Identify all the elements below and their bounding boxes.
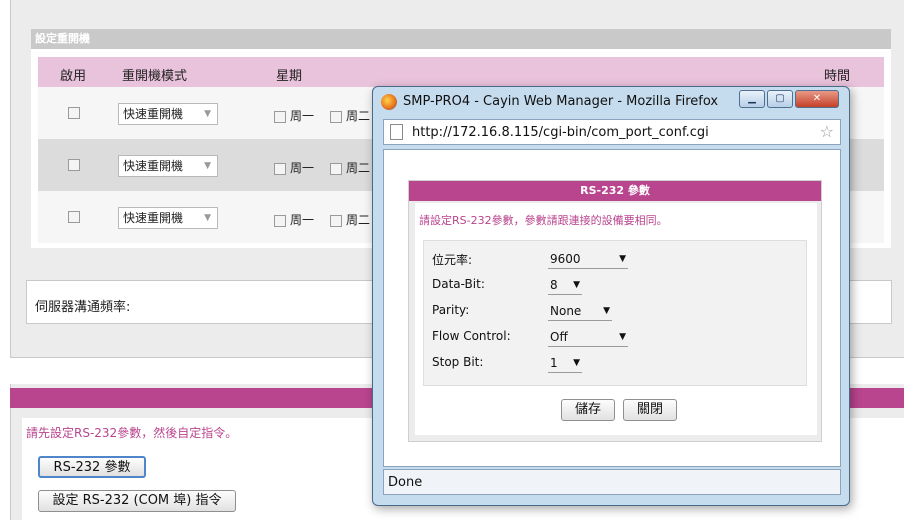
chevron-down-icon: ▼ [619, 254, 626, 264]
flow-control-select[interactable]: Off ▼ [548, 327, 628, 347]
enable-checkbox[interactable] [68, 211, 80, 223]
rs232-params-button[interactable]: RS-232 參數 [38, 456, 146, 478]
window-title: SMP-PRO4 - Cayin Web Manager - Mozilla F… [403, 94, 719, 109]
monday-checkbox[interactable] [274, 162, 286, 175]
column-weekday: 星期 [276, 69, 303, 84]
reboot-mode-select[interactable]: 快速重開機 ▼ [118, 103, 218, 125]
save-button[interactable]: 儲存 [561, 399, 615, 421]
reboot-mode-select[interactable]: 快速重開機 ▼ [118, 207, 218, 229]
dialog-body: 請設定RS-232參數，參數請跟連接的設備要相同。 位元率: 9600 ▼ Dat… [415, 203, 817, 435]
baud-rate-select[interactable]: 9600 ▼ [548, 249, 628, 269]
monday-checkbox[interactable] [274, 110, 286, 123]
chevron-down-icon: ▼ [204, 213, 211, 223]
stop-bit-select[interactable]: 1 ▼ [548, 353, 582, 373]
status-bar: Done [383, 469, 841, 495]
chevron-down-icon: ▼ [204, 109, 211, 119]
server-frequency-label: 伺服器溝通頻率: [35, 300, 131, 315]
address-bar[interactable]: http://172.16.8.115/cgi-bin/com_port_con… [383, 119, 841, 145]
firefox-icon [381, 94, 397, 110]
column-reboot-mode: 重開機模式 [122, 69, 188, 84]
enable-checkbox[interactable] [68, 159, 80, 171]
dialog-description: 請設定RS-232參數，參數請跟連接的設備要相同。 [419, 214, 668, 227]
column-time: 時間 [824, 69, 851, 84]
page-icon [390, 124, 403, 140]
reboot-mode-select[interactable]: 快速重開機 ▼ [118, 155, 218, 177]
parity-select[interactable]: None ▼ [548, 301, 612, 321]
chevron-down-icon: ▼ [603, 306, 610, 316]
flow-control-label: Flow Control: [432, 329, 511, 343]
minimize-button[interactable]: ▁ [739, 90, 765, 108]
page-content: RS-232 參數 請設定RS-232參數，參數請跟連接的設備要相同。 位元率:… [383, 149, 841, 467]
reboot-section-title: 設定重開機 [31, 29, 891, 49]
baud-rate-label: 位元率: [432, 253, 473, 267]
weekday-tuesday[interactable]: 周二 [330, 107, 370, 124]
data-bit-select[interactable]: 8 ▼ [548, 275, 582, 295]
url-text[interactable]: http://172.16.8.115/cgi-bin/com_port_con… [412, 125, 709, 140]
rs232-form: 位元率: 9600 ▼ Data-Bit: 8 ▼ Parity: None ▼ Fl… [423, 240, 807, 386]
enable-checkbox[interactable] [68, 107, 80, 119]
weekday-monday[interactable]: 周一 [274, 211, 314, 228]
column-enable: 啟用 [60, 69, 87, 84]
monday-checkbox[interactable] [274, 214, 286, 227]
rs232-instruction: 請先設定RS-232參數，然後自定指令。 [26, 426, 238, 440]
chevron-down-icon: ▼ [573, 280, 580, 290]
rs232-command-button[interactable]: 設定 RS-232 (COM 埠) 指令 [38, 490, 236, 512]
data-bit-label: Data-Bit: [432, 277, 485, 291]
maximize-button[interactable]: ▢ [767, 90, 793, 108]
stop-bit-label: Stop Bit: [432, 355, 484, 369]
window-titlebar[interactable]: SMP-PRO4 - Cayin Web Manager - Mozilla F… [373, 87, 849, 117]
chevron-down-icon: ▼ [573, 358, 580, 368]
tuesday-checkbox[interactable] [330, 110, 342, 123]
weekday-tuesday[interactable]: 周二 [330, 211, 370, 228]
close-window-button[interactable]: ✕ [795, 90, 839, 108]
chevron-down-icon: ▼ [204, 161, 211, 171]
schedule-column-header: 啟用 重開機模式 星期 時間 [38, 57, 884, 87]
tuesday-checkbox[interactable] [330, 214, 342, 227]
weekday-tuesday[interactable]: 周二 [330, 159, 370, 176]
rs232-dialog: RS-232 參數 請設定RS-232參數，參數請跟連接的設備要相同。 位元率:… [408, 180, 822, 442]
weekday-monday[interactable]: 周一 [274, 107, 314, 124]
weekday-monday[interactable]: 周一 [274, 159, 314, 176]
star-icon[interactable]: ☆ [820, 122, 834, 141]
status-text: Done [388, 475, 423, 490]
tuesday-checkbox[interactable] [330, 162, 342, 175]
firefox-popup-window: SMP-PRO4 - Cayin Web Manager - Mozilla F… [372, 86, 850, 506]
dialog-title: RS-232 參數 [409, 181, 821, 201]
parity-label: Parity: [432, 303, 470, 317]
close-button[interactable]: 關閉 [623, 399, 677, 421]
chevron-down-icon: ▼ [619, 332, 626, 342]
